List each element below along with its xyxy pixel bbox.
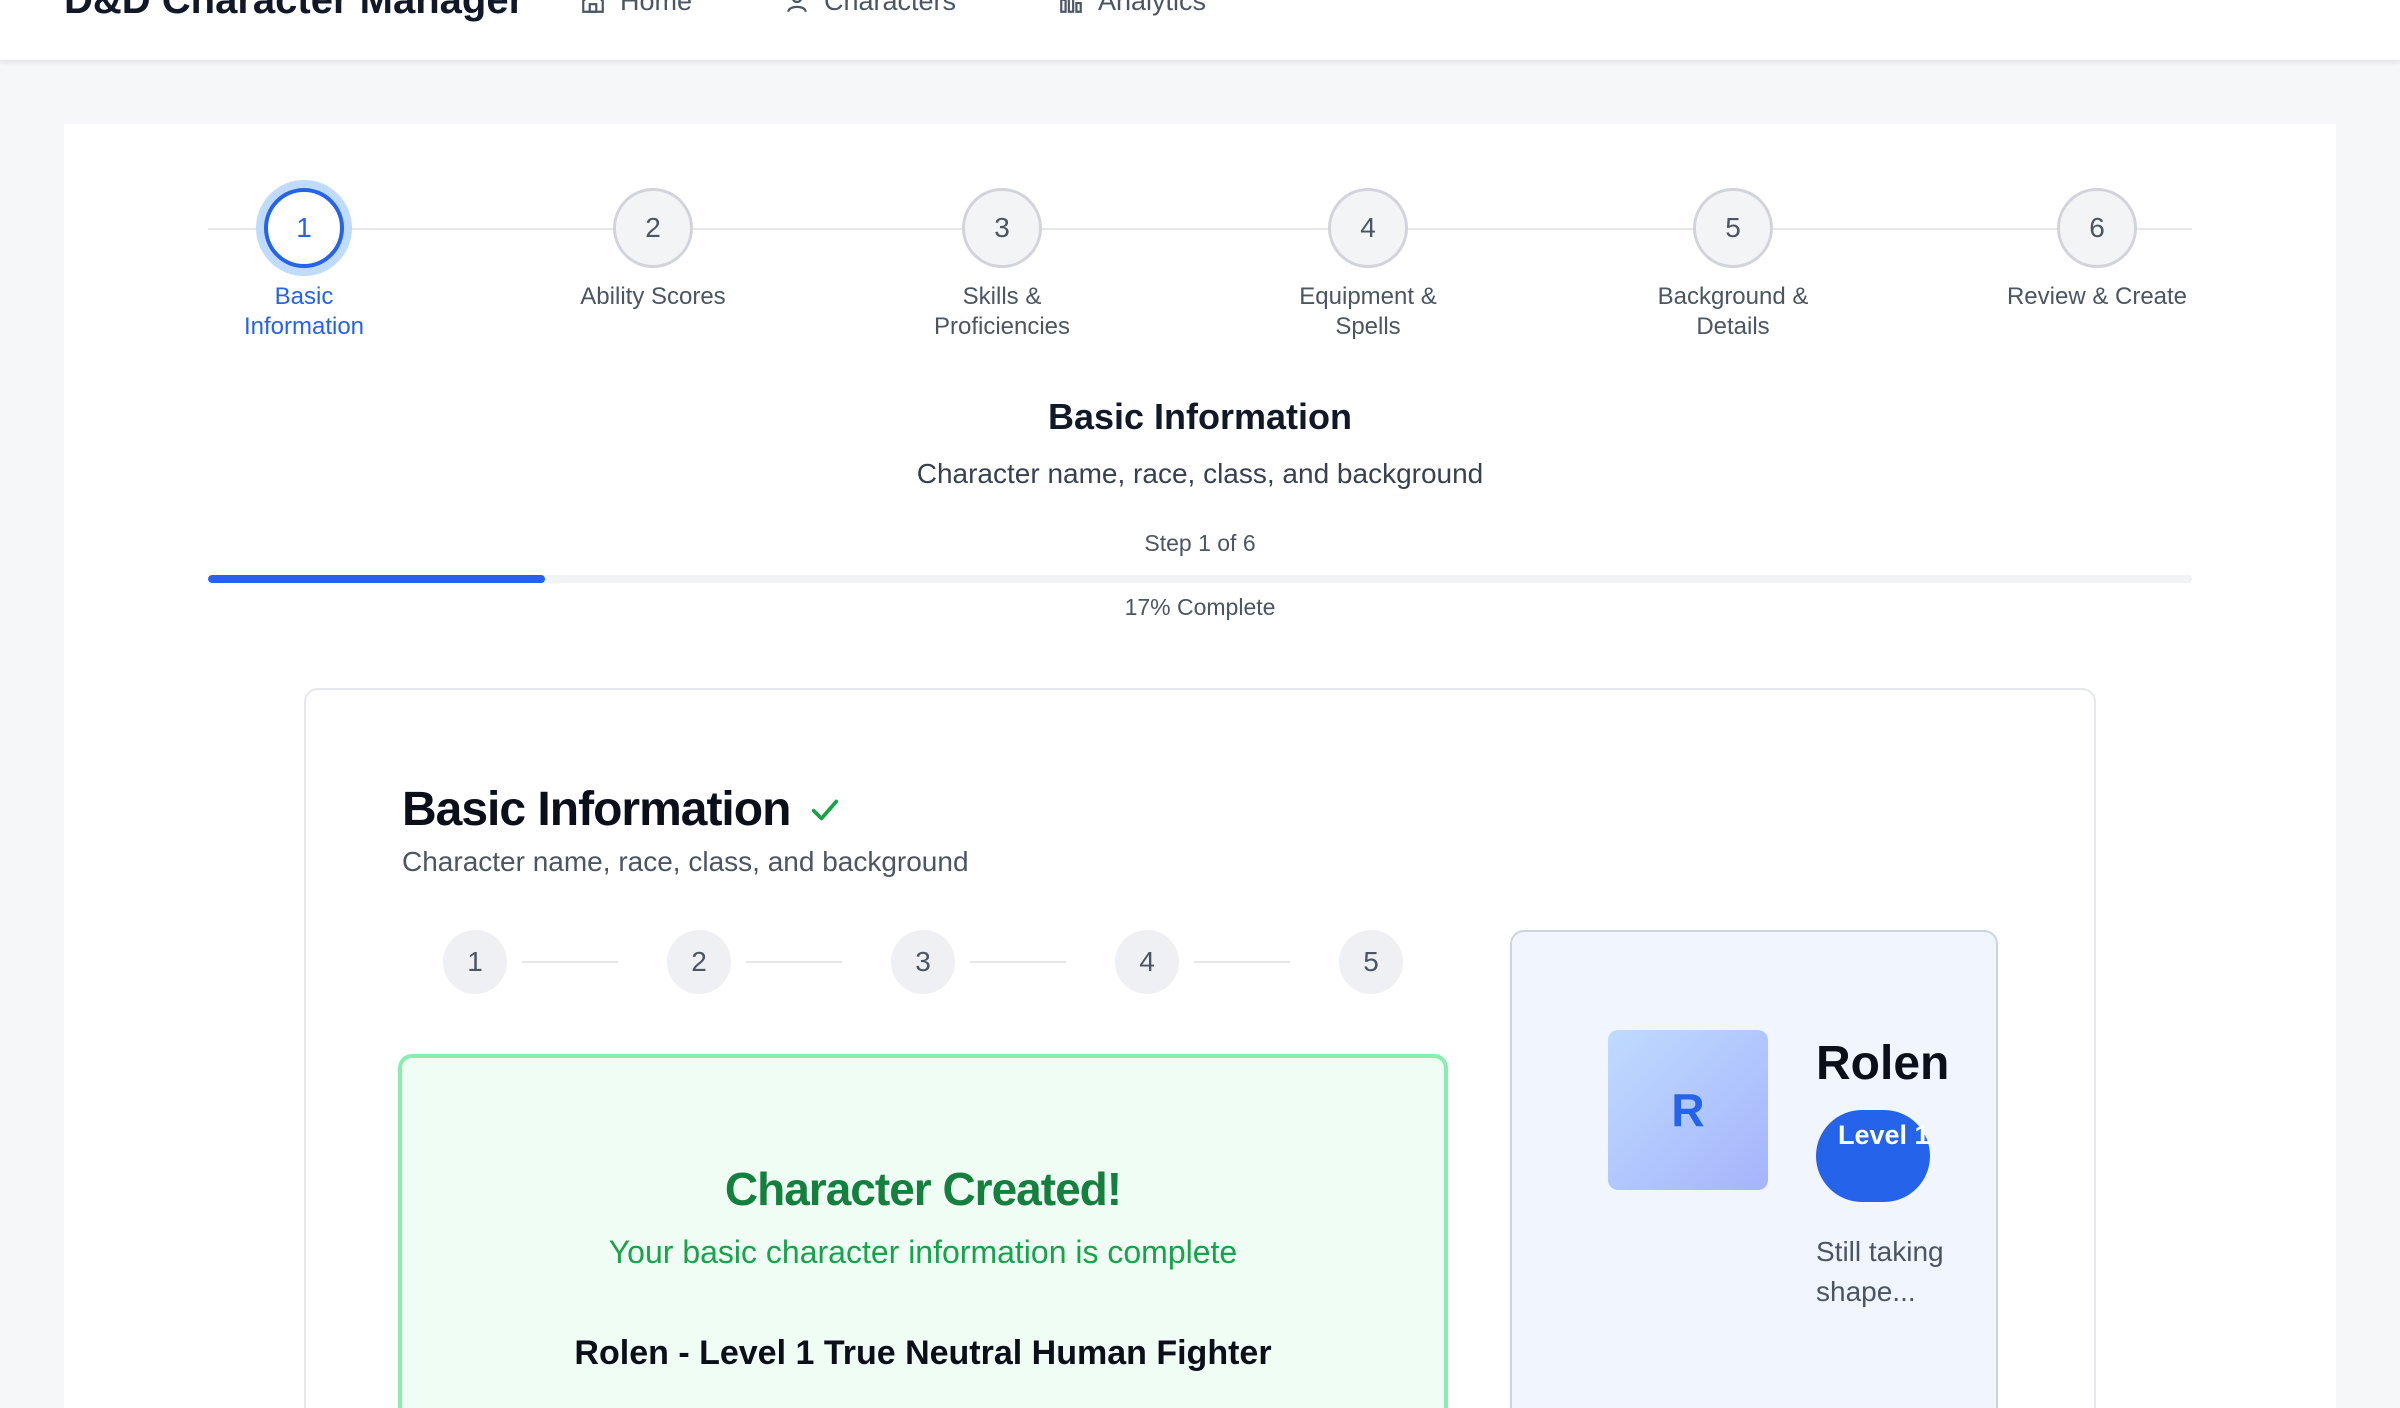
step-number-circle: 3	[962, 188, 1042, 268]
sub-step-connector	[746, 961, 842, 963]
nav-characters[interactable]: Characters	[784, 0, 956, 17]
step-number-circle: 6	[2057, 188, 2137, 268]
stepper-connector-line	[208, 228, 2192, 230]
success-message-box: Character Created! Your basic character …	[398, 1054, 1448, 1408]
character-name: Rolen	[1816, 1037, 1950, 1090]
character-preview-card: R Rolen Level 1 Still taking shape...	[1510, 930, 1998, 1408]
wizard-step-ability-scores[interactable]: 2 Ability Scores	[513, 188, 793, 312]
home-icon	[582, 0, 604, 13]
character-summary: Rolen - Level 1 True Neutral Human Fight…	[574, 1334, 1272, 1372]
nav-home-label: Home	[620, 0, 693, 16]
step-label: Equipment & Spells	[1299, 283, 1437, 340]
form-title-row: Basic Information	[402, 782, 842, 837]
form-title: Basic Information	[402, 783, 791, 836]
wizard-step-background-details[interactable]: 5 Background & Details	[1593, 188, 1873, 342]
avatar: R	[1608, 1030, 1768, 1190]
app-title[interactable]: D&D Character Manager	[64, 0, 524, 23]
wizard-step-equipment-spells[interactable]: 4 Equipment & Spells	[1228, 188, 1508, 342]
nav-characters-label: Characters	[824, 0, 957, 16]
section-subtitle: Character name, race, class, and backgro…	[916, 458, 1484, 489]
progress-bar-fill	[208, 575, 546, 583]
sub-step-4[interactable]: 4	[1115, 930, 1179, 994]
step-counter: Step 1 of 6	[1144, 530, 1256, 556]
step-number-circle: 5	[1693, 188, 1773, 268]
wizard-step-basic-information[interactable]: 1 Basic Information	[164, 188, 444, 342]
success-subtitle: Your basic character information is comp…	[608, 1234, 1238, 1270]
section-title: Basic Information	[1047, 396, 1353, 437]
success-title: Character Created!	[724, 1163, 1122, 1215]
sub-step-connector	[522, 961, 618, 963]
step-label: Background & Details	[1657, 283, 1809, 340]
check-icon	[812, 799, 839, 820]
step-label: Review & Create	[2006, 283, 2188, 310]
users-icon	[787, 0, 807, 12]
nav-analytics-label: Analytics	[1098, 0, 1207, 16]
form-subtitle: Character name, race, class, and backgro…	[402, 846, 969, 877]
wizard-step-skills-proficiencies[interactable]: 3 Skills & Proficiencies	[862, 188, 1142, 342]
step-label: Ability Scores	[580, 283, 726, 310]
sub-step-connector	[1194, 961, 1290, 963]
progress-text: 17% Complete	[1124, 594, 1276, 620]
nav-analytics[interactable]: Analytics	[1058, 0, 1206, 17]
sub-step-5[interactable]: 5	[1339, 930, 1403, 994]
sub-step-1[interactable]: 1	[443, 930, 507, 994]
step-number-circle: 4	[1328, 188, 1408, 268]
bar-chart-icon	[1060, 0, 1082, 13]
character-status: Still taking shape...	[1816, 1236, 1944, 1307]
step-number-circle: 2	[613, 188, 693, 268]
top-navigation: D&D Character Manager Home Characters An…	[0, 0, 2400, 60]
step-label: Basic Information	[243, 283, 365, 340]
nav-home[interactable]: Home	[580, 0, 692, 17]
level-badge: Level 1	[1816, 1110, 1930, 1202]
step-number-circle: 1	[264, 188, 344, 268]
sub-step-3[interactable]: 3	[891, 930, 955, 994]
sub-step-connector	[970, 961, 1066, 963]
sub-step-2[interactable]: 2	[667, 930, 731, 994]
progress-bar	[208, 575, 2192, 583]
wizard-step-review-create[interactable]: 6 Review & Create	[1957, 188, 2237, 312]
step-label: Skills & Proficiencies	[933, 283, 1071, 340]
